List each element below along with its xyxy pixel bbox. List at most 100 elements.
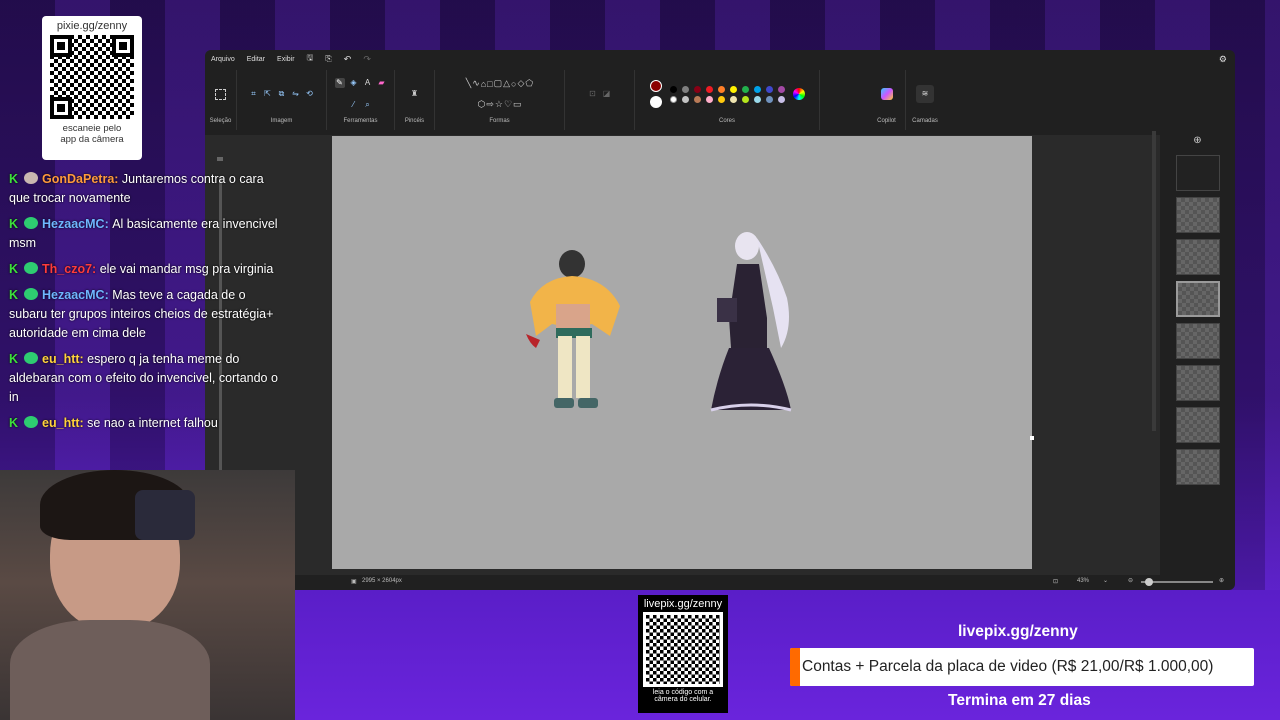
text-icon[interactable]: A [363, 78, 373, 88]
copilot-icon[interactable] [880, 88, 893, 100]
triangle-shape-icon[interactable]: △ [503, 78, 510, 89]
layer-thumbnail[interactable] [1175, 197, 1220, 233]
image-group: ⌗ ⇱ ⧉ ⇋ ⟲ Imagem [237, 70, 327, 130]
palette-swatch[interactable] [741, 95, 749, 103]
shapes-group: ╲ ∿ ⌂ □ ▢ △ ○ ◇ ⬠ ⬡ ⇨ ☆ ♡ ▭ Formas [435, 70, 565, 130]
select-rectangle-icon[interactable] [215, 88, 226, 100]
chat-username[interactable]: eu_htt [42, 352, 80, 366]
polygon-shape-icon[interactable]: ⌂ [481, 79, 486, 89]
ellipse-shape-icon[interactable]: ○ [511, 79, 516, 89]
rotate-icon[interactable]: ⟲ [305, 89, 315, 99]
save-icon[interactable]: 🖫 [307, 52, 314, 66]
redo-icon[interactable]: ↷ [363, 54, 371, 65]
round-rect-shape-icon[interactable]: ▢ [494, 78, 503, 89]
menu-edit[interactable]: Editar [247, 56, 265, 63]
layer-thumbnail-selected[interactable] [1175, 281, 1220, 317]
shapes-gallery[interactable]: ╲ ∿ ⌂ □ ▢ △ ○ ◇ ⬠ ⬡ ⇨ ☆ ♡ ▭ [458, 70, 542, 118]
undo-icon[interactable]: ↶ [344, 54, 352, 65]
resize-handle[interactable] [1030, 436, 1034, 440]
palette-swatch[interactable] [765, 95, 773, 103]
paint-window: Arquivo Editar Exibir 🖫 ⎘ ↶ ↷ ⚙ Seleção … [205, 50, 1235, 590]
pencil-icon[interactable]: ✎ [334, 78, 345, 88]
layer-thumbnail[interactable] [1175, 323, 1220, 359]
diamond-shape-icon[interactable]: ◇ [517, 78, 524, 89]
chat-username[interactable]: eu_htt [42, 416, 80, 430]
share-icon[interactable]: ⎘ [325, 54, 331, 64]
palette-swatch[interactable] [717, 95, 725, 103]
bottom-bar: livepix.gg/zenny leia o código com a câm… [290, 590, 1280, 720]
eraser-icon[interactable]: ▰ [377, 78, 387, 88]
hexagon-shape-icon[interactable]: ⬡ [477, 99, 485, 110]
line-shape-icon[interactable]: ╲ [466, 78, 471, 89]
heart-shape-icon[interactable]: ♡ [504, 99, 512, 110]
flip-icon[interactable]: ⇋ [291, 89, 301, 99]
palette-swatch[interactable] [669, 95, 677, 103]
palette-swatch[interactable] [741, 85, 749, 93]
livepix-qr-caption-1: leia o código com a [652, 689, 714, 696]
layer-thumbnail[interactable] [1175, 155, 1220, 191]
palette-swatch[interactable] [777, 95, 785, 103]
chat-username[interactable]: HezaacMC [42, 288, 105, 302]
fill-icon[interactable]: ◈ [349, 78, 359, 88]
menu-bar: Arquivo Editar Exibir 🖫 ⎘ ↶ ↷ ⚙ [205, 50, 1235, 68]
copilot-label: Copilot [877, 118, 896, 124]
menu-file[interactable]: Arquivo [211, 56, 235, 63]
palette-swatch[interactable] [753, 95, 761, 103]
menu-view[interactable]: Exibir [277, 56, 295, 63]
palette-swatch[interactable] [693, 85, 701, 93]
palette-swatch[interactable] [669, 85, 677, 93]
resize-icon[interactable]: ⇱ [263, 89, 273, 99]
palette-swatch[interactable] [681, 95, 689, 103]
arrow-shape-icon[interactable]: ⇨ [486, 99, 494, 110]
layer-thumbnail[interactable] [1175, 239, 1220, 275]
palette-swatch[interactable] [717, 85, 725, 93]
outline-icon[interactable]: ⊡ [588, 89, 598, 99]
zoom-slider[interactable] [1141, 578, 1213, 586]
chat-username[interactable]: GonDaPetra [42, 172, 114, 186]
palette-swatch[interactable] [681, 85, 689, 93]
palette-swatch[interactable] [777, 85, 785, 93]
color-picker-icon[interactable]: ⁄ [349, 100, 359, 110]
goal-site: livepix.gg/zenny [958, 623, 1078, 640]
palette-swatch[interactable] [729, 85, 737, 93]
add-layer-icon[interactable]: ⊕ [1165, 135, 1230, 149]
drawing-canvas[interactable] [332, 136, 1034, 569]
right-scrollbar[interactable] [1152, 131, 1156, 431]
palette-swatch[interactable] [765, 85, 773, 93]
curve-shape-icon[interactable]: ∿ [472, 78, 480, 89]
palette-swatch[interactable] [729, 95, 737, 103]
livepix-qr-code [643, 612, 723, 687]
chat-username[interactable]: Th_czo7 [42, 262, 92, 276]
layer-thumbnail[interactable] [1175, 365, 1220, 401]
shape-fill-icon[interactable]: ◪ [602, 89, 612, 99]
settings-icon[interactable]: ⚙ [1219, 54, 1227, 65]
layers-icon[interactable]: ≋ [916, 85, 934, 103]
palette-swatch[interactable] [705, 95, 713, 103]
zoom-dropdown-icon[interactable]: ⌄ [1103, 577, 1108, 584]
chat-username[interactable]: HezaacMC [42, 217, 105, 231]
magnifier-icon[interactable]: ⌕ [363, 100, 373, 110]
zoom-out-icon[interactable]: ⊖ [1128, 577, 1133, 584]
color-wheel-icon[interactable] [792, 88, 805, 100]
rectangle-shape-icon[interactable]: □ [487, 79, 492, 89]
zoom-in-icon[interactable]: ⊕ [1219, 577, 1224, 584]
image-select-icon[interactable]: ⧉ [277, 89, 287, 99]
star-shape-icon[interactable]: ☆ [495, 99, 503, 110]
palette-swatch[interactable] [753, 85, 761, 93]
pixie-qr-card: pixie.gg/zenny escaneie pelo app da câme… [42, 16, 142, 160]
pentagon-shape-icon[interactable]: ⬠ [525, 78, 533, 89]
chat-text: ele vai mandar msg pra virginia [99, 262, 274, 276]
callout-shape-icon[interactable]: ▭ [513, 99, 522, 110]
primary-color-swatch[interactable] [649, 80, 662, 92]
palette-swatch[interactable] [693, 95, 701, 103]
witch-character-sprite [710, 232, 792, 412]
layer-thumbnail[interactable] [1175, 449, 1220, 485]
palette-swatch[interactable] [705, 85, 713, 93]
brush-icon[interactable]: ♜ [410, 89, 420, 99]
layer-thumbnail[interactable] [1175, 407, 1220, 443]
fit-to-window-icon[interactable]: ⊡ [1053, 578, 1058, 585]
secondary-color-swatch[interactable] [649, 96, 662, 108]
zoom-level[interactable]: 43% [1077, 578, 1089, 584]
crop-icon[interactable]: ⌗ [249, 89, 259, 99]
chat-message: K Th_czo7: ele vai mandar msg pra virgini… [9, 262, 274, 276]
